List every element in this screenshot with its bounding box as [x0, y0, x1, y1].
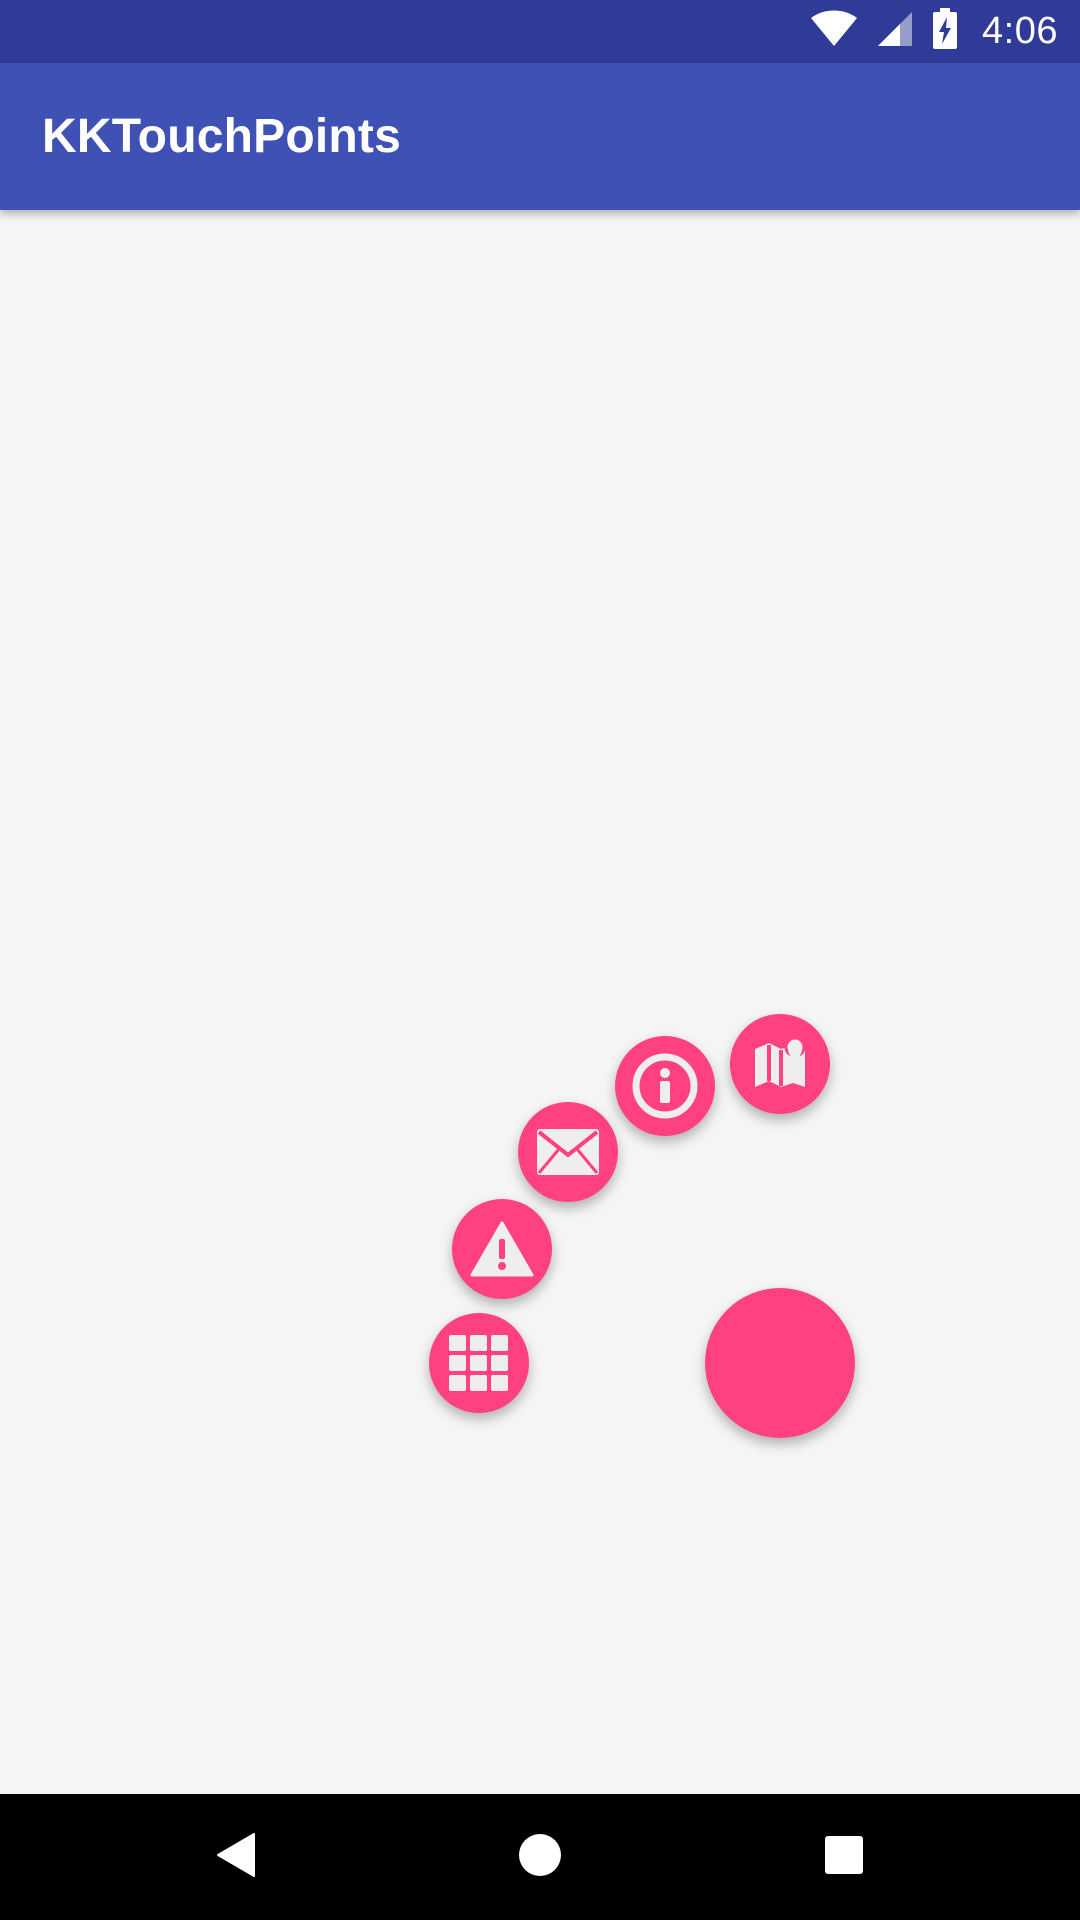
home-icon	[518, 1833, 562, 1882]
cellular-signal-icon	[876, 10, 914, 53]
home-button[interactable]	[470, 1794, 610, 1920]
warning-icon	[470, 1221, 534, 1277]
grid-button[interactable]	[429, 1313, 529, 1413]
status-bar: 4:06	[0, 0, 1080, 63]
status-time: 4:06	[982, 10, 1058, 52]
mail-icon	[535, 1127, 601, 1177]
recents-button[interactable]	[774, 1794, 914, 1920]
info-icon	[632, 1053, 698, 1119]
map-icon	[751, 1035, 809, 1093]
back-icon	[216, 1832, 256, 1883]
grid-icon	[449, 1335, 509, 1391]
content-area	[0, 210, 1080, 1794]
wifi-icon	[810, 10, 858, 53]
map-button[interactable]	[730, 1014, 830, 1114]
screen: 4:06 KKTouchPoints	[0, 0, 1080, 1920]
status-icons: 4:06	[810, 0, 1058, 63]
info-button[interactable]	[615, 1036, 715, 1136]
app-title: KKTouchPoints	[42, 110, 402, 163]
recents-icon	[824, 1835, 864, 1880]
touch-point-button[interactable]	[705, 1288, 855, 1438]
navigation-bar	[0, 1794, 1080, 1920]
back-button[interactable]	[166, 1794, 306, 1920]
mail-button[interactable]	[518, 1102, 618, 1202]
warning-button[interactable]	[452, 1199, 552, 1299]
battery-charging-icon	[932, 8, 958, 55]
app-bar: KKTouchPoints	[0, 63, 1080, 210]
